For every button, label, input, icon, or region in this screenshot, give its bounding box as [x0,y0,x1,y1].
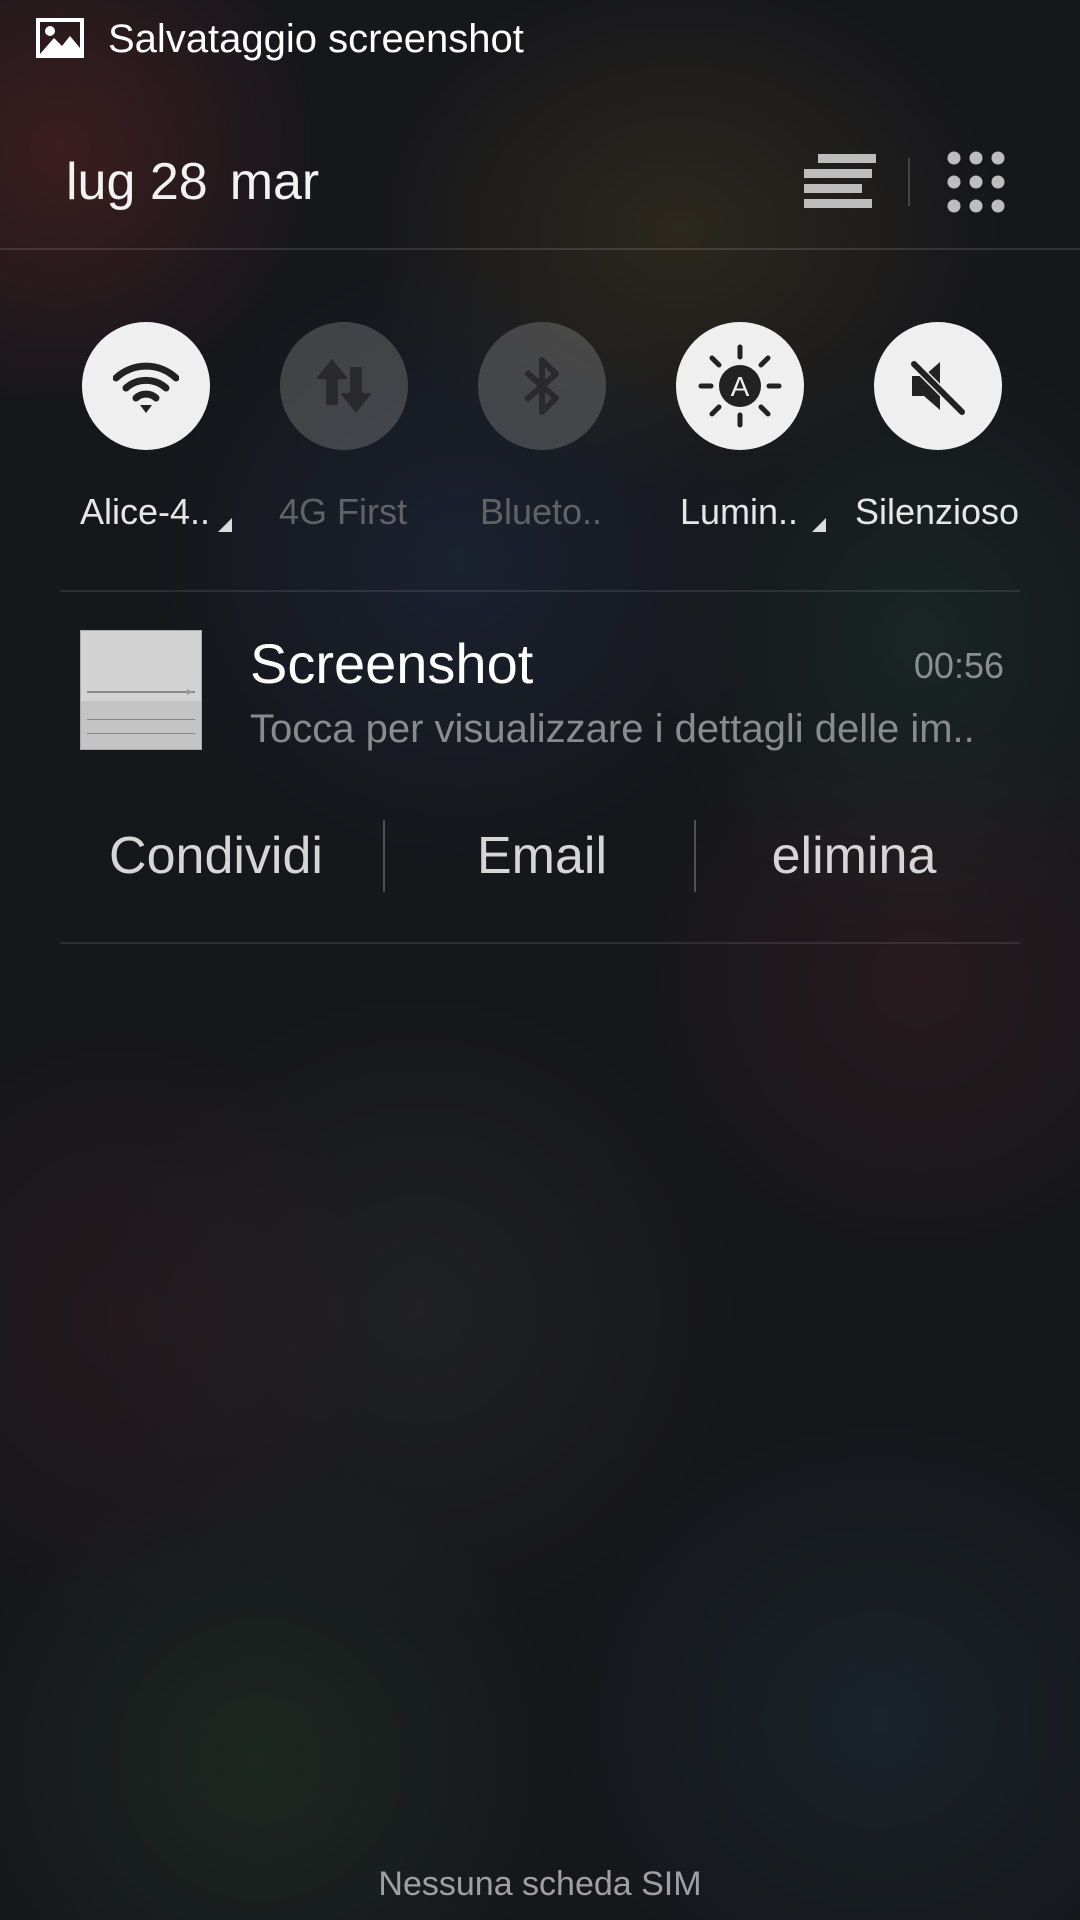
sim-status-text: Nessuna scheda SIM [378,1865,702,1903]
date-label: lug 28 mar [66,150,341,214]
header-divider-line [0,248,1080,250]
menu-arrow-icon[interactable] [218,518,232,532]
wifi-toggle-button[interactable] [82,322,210,450]
action-divider [694,820,696,892]
silent-toggle-button[interactable] [874,322,1002,450]
screenshot-thumbnail [80,630,202,750]
delete-button[interactable]: elimina [698,812,1010,900]
bluetooth-toggle-button[interactable] [478,322,606,450]
toggle-label: 4G First [278,491,407,532]
toggle-label: Alice-4.. [79,491,211,532]
notification-list-icon[interactable] [800,150,876,214]
mute-icon [908,358,966,416]
bluetooth-icon [524,357,559,415]
date-day: lug 28 [66,153,208,211]
notification-actions: Condividi Email elimina [60,812,1020,900]
wifi-icon [113,362,179,413]
auto-brightness-icon: A [698,344,782,428]
screenshot-notification[interactable]: Screenshot 00:56 Tocca per visualizzare … [60,600,1020,940]
date-weekday: mar [229,153,320,211]
status-text: Salvataggio screenshot [108,17,524,61]
action-divider [383,820,385,892]
toggle-label: Lumin.. [679,491,799,532]
toggle-mobile-data[interactable]: 4G First [248,320,438,550]
apps-grid-icon[interactable] [944,150,1008,214]
image-icon [36,18,84,58]
toggle-wifi[interactable]: Alice-4.. [50,320,240,550]
svg-text:A: A [731,371,750,402]
section-divider [60,590,1020,592]
toggle-brightness[interactable]: A Lumin.. [644,320,834,550]
header-divider [908,158,910,206]
notification-time: 00:56 [913,645,1004,686]
toggle-bluetooth[interactable]: Blueto.. [446,320,636,550]
quick-settings: Alice-4.. 4G First Blueto.. A Lumin.. Si… [0,320,1080,550]
toggle-silent[interactable]: Silenzioso [842,320,1032,550]
share-button[interactable]: Condividi [60,812,372,900]
brightness-toggle-button[interactable]: A [676,322,804,450]
toggle-label: Blueto.. [479,491,603,532]
menu-arrow-icon[interactable] [812,518,826,532]
toggle-label: Silenzioso [854,491,1020,532]
shade-header: lug 28 mar [0,100,1080,248]
email-button[interactable]: Email [386,812,698,900]
notification-divider [60,942,1020,944]
notification-title: Screenshot [250,632,534,695]
notification-text: Tocca per visualizzare i dettagli delle … [250,707,975,751]
mobile-data-toggle-button[interactable] [280,322,408,450]
mobile-data-icon [316,359,372,413]
status-bar: Salvataggio screenshot [0,0,1080,80]
